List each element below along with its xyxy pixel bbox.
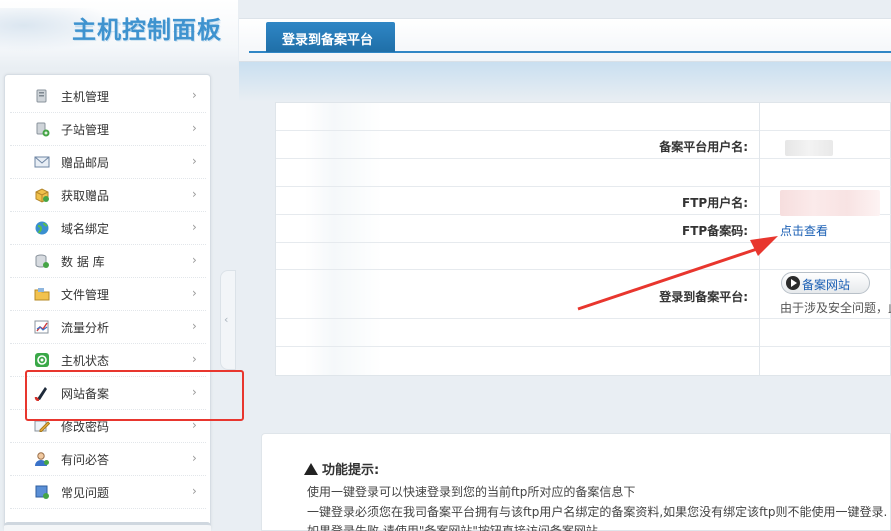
sidebar-item-host-management[interactable]: 主机管理 › — [10, 80, 206, 113]
sidebar-item-label: 子站管理 — [61, 123, 110, 137]
status-icon — [35, 353, 49, 367]
sidebar-item-label: 有问必答 — [61, 453, 110, 467]
sidebar-item-faq[interactable]: 常见问题 › — [10, 476, 206, 509]
tip-line: 使用一键登录可以快速登录到您的当前ftp所对应的备案信息下 — [307, 485, 636, 499]
chevron-right-icon: › — [192, 484, 197, 498]
login-platform-label: 登录到备案平台: — [659, 290, 748, 304]
sidebar-item-label: 数 据 库 — [61, 255, 105, 269]
main-header-gradient — [239, 62, 891, 102]
sidebar-item-subsite-management[interactable]: 子站管理 › — [10, 113, 206, 146]
chevron-right-icon: › — [192, 253, 197, 267]
platform-username-value — [785, 140, 833, 156]
chevron-right-icon: › — [192, 352, 197, 366]
sidebar-collapse-handle[interactable]: ‹ — [220, 270, 236, 370]
sidebar-item-label: 流量分析 — [61, 321, 110, 335]
form-row-spacer — [276, 159, 891, 187]
sidebar-item-qa[interactable]: 有问必答 › — [10, 443, 206, 476]
sidebar-item-label: 主机状态 — [61, 354, 110, 368]
sidebar-item-label: 主机管理 — [61, 90, 110, 104]
form-column-divider — [759, 103, 760, 375]
sidebar-item-database[interactable]: 数 据 库 › — [10, 245, 206, 278]
tips-title-text: 功能提示: — [322, 463, 380, 478]
form-row-spacer — [276, 243, 891, 270]
sidebar-item-label: 文件管理 — [61, 288, 110, 302]
chevron-left-icon: ‹ — [224, 313, 229, 326]
play-icon — [786, 276, 800, 290]
form-row-spacer — [276, 319, 891, 347]
mail-icon — [34, 156, 50, 168]
folder-icon — [34, 288, 50, 301]
platform-username-label: 备案平台用户名: — [659, 140, 748, 154]
faq-icon — [35, 485, 49, 499]
chart-icon — [34, 320, 49, 334]
record-website-button-label: 备案网站 — [802, 278, 851, 292]
sidebar-item-label: 赠品邮局 — [61, 156, 110, 170]
tip-line: 如果登录失败,请使用"备案网站"按钮直接访问备案网站 — [307, 524, 598, 531]
globe-icon — [35, 221, 49, 235]
database-icon — [35, 254, 49, 268]
subsite-icon — [36, 122, 50, 137]
chevron-right-icon: › — [192, 319, 197, 333]
sidebar-item-get-gift[interactable]: 获取赠品 › — [10, 179, 206, 212]
chevron-right-icon: › — [192, 451, 197, 465]
warning-icon — [304, 463, 318, 475]
logo-area: 主机控制面板 主机控制面板 — [0, 0, 238, 68]
record-website-button[interactable]: 备案网站 — [781, 272, 870, 294]
sidebar-item-domain-binding[interactable]: 域名绑定 › — [10, 212, 206, 245]
view-ftp-password-link[interactable]: 点击查看 — [780, 222, 828, 239]
ftp-password-label: FTP备案码: — [682, 224, 748, 238]
chevron-right-icon: › — [192, 286, 197, 300]
highlight-annotation — [25, 370, 244, 421]
chevron-right-icon: › — [192, 187, 197, 201]
ftp-username-value — [780, 190, 880, 216]
chevron-right-icon: › — [192, 220, 197, 234]
sidebar-item-file-management[interactable]: 文件管理 › — [10, 278, 206, 311]
tab-login-record-platform[interactable]: 登录到备案平台 — [266, 22, 395, 52]
chevron-right-icon: › — [192, 154, 197, 168]
sidebar-next-section — [4, 522, 211, 531]
ftp-username-label: FTP用户名: — [682, 196, 748, 210]
sidebar-item-label: 获取赠品 — [61, 189, 110, 203]
chevron-right-icon: › — [192, 88, 197, 102]
sidebar-item-label: 域名绑定 — [61, 222, 110, 236]
tips-title: 功能提示: — [304, 459, 379, 478]
panel-title-reflection: 主机控制面板 — [72, 20, 222, 34]
sidebar-item-gift-mail[interactable]: 赠品邮局 › — [10, 146, 206, 179]
security-note: 由于涉及安全问题，此 — [780, 301, 891, 315]
chevron-right-icon: › — [192, 121, 197, 135]
sidebar-item-traffic-analysis[interactable]: 流量分析 › — [10, 311, 206, 344]
form-row-spacer — [276, 103, 891, 131]
tip-line: 一键登录必须您在我司备案平台拥有与该ftp用户名绑定的备案资料,如果您没有绑定该… — [307, 505, 888, 519]
sidebar-item-label: 常见问题 — [61, 486, 110, 500]
user-help-icon — [35, 452, 49, 466]
server-icon — [36, 89, 47, 103]
gift-box-icon — [35, 188, 49, 203]
